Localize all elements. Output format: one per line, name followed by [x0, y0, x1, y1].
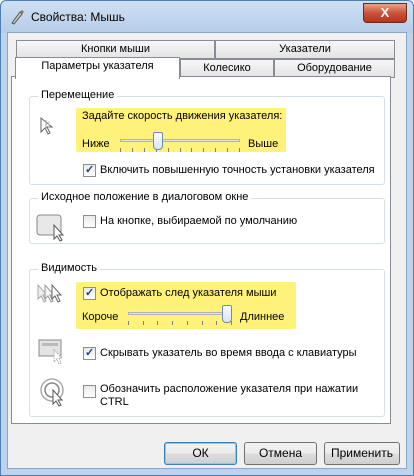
slider-tick: [231, 321, 232, 325]
slider-tick: [143, 321, 144, 325]
snap-to-default-icon: [36, 214, 65, 242]
slider-tick: [172, 321, 173, 325]
ctrl-locate-label-line2: CTRL: [100, 396, 129, 408]
hide-pointer-label: Скрывать указатель во время ввода с клав…: [100, 347, 357, 359]
cancel-button[interactable]: Отмена: [244, 442, 317, 465]
motion-group-title: Перемещение: [38, 89, 118, 101]
slider-tick: [157, 321, 158, 325]
window-title: Свойства: Мышь: [31, 10, 125, 24]
ctrl-locate-label-line1: Обозначить расположение указателя при на…: [100, 383, 359, 395]
slider-tick: [120, 148, 121, 152]
slider-tick: [216, 321, 217, 325]
slider-tick: [215, 148, 216, 152]
slider-tick: [132, 148, 133, 152]
tab-pointer-options[interactable]: Параметры указателя: [15, 57, 180, 79]
trail-slider-track: [128, 312, 232, 315]
slider-tick: [227, 148, 228, 152]
slider-tick: [144, 148, 145, 152]
trails-checkbox[interactable]: [83, 286, 96, 300]
slider-tick: [202, 321, 203, 325]
slider-tick: [239, 148, 240, 152]
visibility-group-title: Видимость: [38, 262, 100, 274]
ok-button[interactable]: ОК: [164, 442, 237, 465]
apply-button[interactable]: Применить: [324, 442, 400, 465]
title-bar[interactable]: Свойства: Мышь X: [1, 1, 413, 33]
speed-label: Задайте скорость движения указателя:: [82, 110, 283, 122]
ctrl-locate-checkbox[interactable]: [83, 385, 96, 398]
speed-slow-label: Ниже: [82, 138, 110, 150]
hide-pointer-checkbox[interactable]: [83, 346, 96, 360]
slider-tick: [168, 148, 169, 152]
trails-long-label: Длиннее: [240, 311, 285, 323]
speed-fast-label: Выше: [248, 138, 279, 150]
precision-label: Включить повышенную точность установки у…: [100, 164, 375, 176]
close-button[interactable]: X: [363, 3, 407, 23]
mouse-pen-icon: [11, 10, 24, 25]
slider-tick: [191, 148, 192, 152]
slider-tick: [128, 321, 129, 325]
locate-pointer-icon: [40, 378, 64, 407]
precision-checkbox[interactable]: [83, 163, 96, 177]
speed-slider-track: [120, 139, 240, 142]
speed-slider[interactable]: [120, 132, 240, 154]
slider-tick: [203, 148, 204, 152]
slider-tick: [180, 148, 181, 152]
snapto-label: На кнопке, выбираемой по умолчанию: [100, 215, 298, 227]
trail-slider-thumb[interactable]: [222, 305, 232, 323]
speed-slider-thumb[interactable]: [153, 132, 163, 150]
trail-slider[interactable]: [128, 305, 232, 327]
hide-pointer-icon: [38, 339, 64, 365]
snapto-checkbox[interactable]: [83, 215, 96, 228]
slider-tick: [187, 321, 188, 325]
snapto-group-title: Исходное положение в диалоговом окне: [38, 191, 252, 203]
trails-label: Отображать след указателя мыши: [100, 287, 277, 299]
pointer-speed-icon: [40, 116, 54, 135]
pointer-trails-icon: [37, 283, 63, 303]
trails-short-label: Короче: [82, 311, 119, 323]
tab-pointers[interactable]: Указатели: [215, 40, 395, 59]
